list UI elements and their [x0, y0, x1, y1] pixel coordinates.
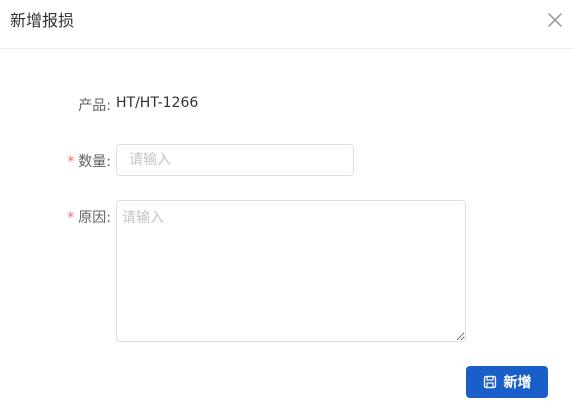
reason-label-wrap: * 原因:: [67, 207, 111, 227]
dialog-header: 新增报损: [0, 0, 574, 49]
save-icon: [483, 375, 497, 389]
close-icon: [546, 11, 564, 29]
quantity-label: 数量:: [78, 154, 111, 170]
product-value: HT/HT-1266: [116, 95, 199, 111]
required-mark: *: [67, 154, 75, 170]
reason-textarea[interactable]: [116, 200, 466, 342]
reason-label: 原因:: [78, 210, 111, 226]
required-mark: *: [67, 210, 75, 226]
add-button-label: 新增: [503, 375, 532, 391]
quantity-input[interactable]: [116, 144, 354, 176]
product-label: 产品:: [78, 98, 111, 114]
quantity-label-wrap: * 数量:: [67, 151, 111, 171]
dialog-title: 新增报损: [10, 11, 75, 30]
add-loss-dialog: 新增报损 产品: HT/HT-1266 *数量: *原因:: [0, 0, 574, 418]
close-button[interactable]: [546, 11, 564, 29]
add-button[interactable]: 新增: [466, 366, 548, 398]
